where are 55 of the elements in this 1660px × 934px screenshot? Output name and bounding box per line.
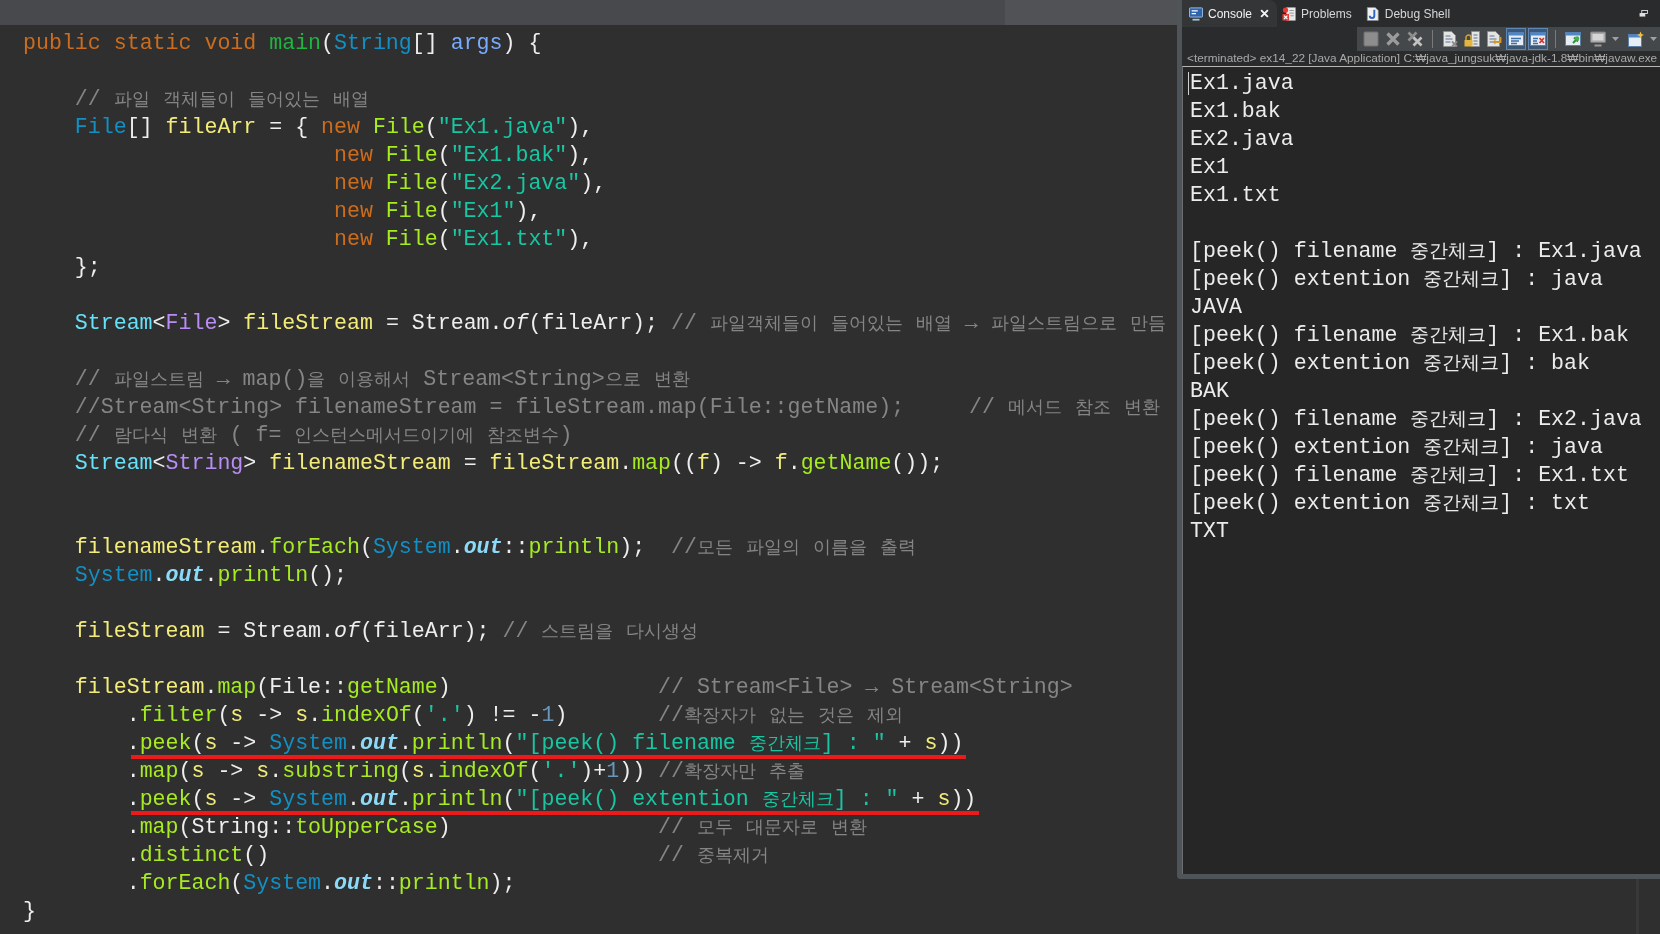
document-error-icon bbox=[1282, 6, 1297, 21]
console-line: [peek() filename 중간체크] : Ex1.bak bbox=[1190, 322, 1629, 349]
tab[interactable]: Console bbox=[1182, 0, 1278, 27]
caret-icon[interactable] bbox=[1612, 37, 1619, 41]
code-line: // 파일 객체들이 들어있는 배열 bbox=[74, 86, 369, 113]
console-line: Ex1.txt bbox=[1190, 182, 1281, 209]
console-line: [peek() extention 중간체크] : java bbox=[1190, 434, 1603, 461]
code-line: System.out.println(); bbox=[74, 562, 348, 589]
code-line: //Stream<String> filenameStream = fileStream.map(File::getName); // 메서드 참조 변환 bbox=[74, 394, 1160, 421]
code-line: .map(String::toUpperCase) // 모두 대문자로 변환 bbox=[126, 814, 867, 841]
code-line: // 람다식 변환 ( f= 인스턴스메서드이기에 참조변수) bbox=[74, 422, 573, 449]
tab[interactable]: Debug Shell bbox=[1360, 0, 1460, 27]
code-line: new File("Ex1"), bbox=[334, 198, 542, 225]
code-line: // 파일스트림 → map()을 이용해서 Stream<String>으로 변환 bbox=[74, 366, 690, 393]
close-icon[interactable] bbox=[1260, 9, 1270, 18]
code-line: } bbox=[23, 898, 36, 925]
launch-status-text: <terminated> ex14_22 [Java Application] C:₩java_jungsuk₩java-jdk-1.8₩bin₩javaw.exe bbox=[1187, 51, 1658, 66]
code-line: Stream<File> fileStream = Stream.of(fileArr); // 파일객체들이 들어있는 배열 → 파일스트림으로 만듬 bbox=[74, 310, 1166, 337]
code-line: .peek(s -> System.out.println("[peek() extention 중간체크] : " + s)) bbox=[126, 786, 977, 813]
code-line: .peek(s -> System.out.println("[peek() filename 중간체크] : " + s)) bbox=[126, 730, 964, 757]
console-line: [peek() extention 중간체크] : txt bbox=[1190, 490, 1590, 517]
console-line: [peek() extention 중간체크] : bak bbox=[1190, 350, 1590, 377]
console-line: Ex1.bak bbox=[1190, 98, 1281, 125]
console-line: TXT bbox=[1190, 518, 1229, 545]
code-line: fileStream.map(File::getName) // Stream<File> → Stream<String> bbox=[74, 674, 1073, 701]
monitor-icon[interactable] bbox=[1590, 31, 1606, 47]
code-line: .filter(s -> s.indexOf('.') != -1) //확장자가 없는 것은 제외 bbox=[126, 702, 903, 729]
code-line: .map(s -> s.substring(s.indexOf('.')+1)) //확장자만 추출 bbox=[126, 758, 806, 785]
console-line: BAK bbox=[1190, 378, 1229, 405]
console-line: [peek() extention 중간체크] : java bbox=[1190, 266, 1603, 293]
console-line: [peek() filename 중간체크] : Ex1.java bbox=[1190, 238, 1642, 265]
code-line: fileStream = Stream.of(fileArr); // 스트림을 다시생성 bbox=[74, 618, 699, 645]
code-line: new File("Ex1.txt"), bbox=[334, 226, 594, 253]
code-line: new File("Ex2.java"), bbox=[334, 170, 607, 197]
code-line: .distinct() // 중복제거 bbox=[126, 842, 769, 869]
console-line: JAVA bbox=[1190, 294, 1242, 321]
code-line: public static void main(String[] args) { bbox=[23, 30, 542, 57]
code-line: }; bbox=[74, 254, 101, 281]
code-line: filenameStream.forEach(System.out::println); //모든 파일의 이름을 출력 bbox=[74, 534, 916, 561]
code-line: new File("Ex1.bak"), bbox=[334, 142, 594, 169]
text-cursor bbox=[1188, 72, 1189, 95]
restore-icon[interactable] bbox=[1639, 10, 1648, 17]
document-hook-icon bbox=[1365, 6, 1380, 21]
console-line: [peek() filename 중간체크] : Ex1.txt bbox=[1190, 462, 1629, 489]
code-line: Stream<String> filenameStream = fileStream.map((f) -> f.getName()); bbox=[74, 450, 944, 477]
tab[interactable]: Problems bbox=[1277, 0, 1361, 27]
monitor-icon bbox=[1189, 6, 1203, 21]
console-line: [peek() filename 중간체크] : Ex2.java bbox=[1190, 406, 1642, 433]
console-line: Ex2.java bbox=[1190, 126, 1294, 153]
console-line: Ex1 bbox=[1190, 154, 1229, 181]
code-line: File[] fileArr = { new File("Ex1.java"), bbox=[74, 114, 594, 141]
caret-icon[interactable] bbox=[1650, 37, 1657, 41]
code-line: .forEach(System.out::println); bbox=[126, 870, 516, 897]
toolbar-button[interactable] bbox=[1588, 28, 1621, 50]
console-line: Ex1.java bbox=[1190, 70, 1294, 97]
